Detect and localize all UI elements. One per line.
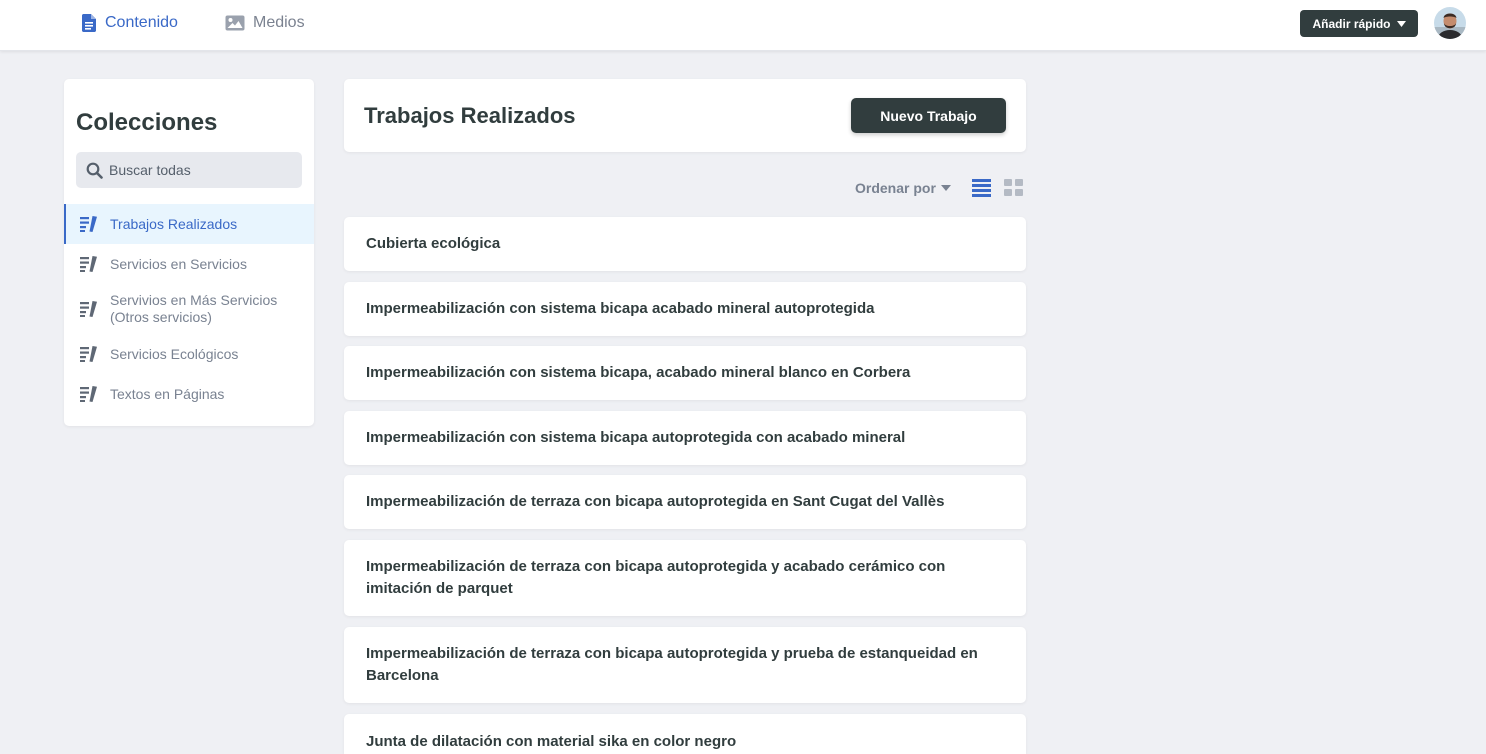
new-entry-button[interactable]: Nuevo Trabajo [851, 98, 1006, 133]
entry-title: Junta de dilatación con material sika en… [366, 733, 737, 750]
sidebar-item-servicios-en-servicios[interactable]: Servicios en Servicios [64, 244, 314, 284]
search-icon [86, 162, 103, 179]
search-box[interactable] [76, 152, 302, 188]
entry-title: Impermeabilización de terraza con bicapa… [366, 645, 978, 684]
list-item[interactable]: Impermeabilización con sistema bicapa ac… [344, 282, 1026, 336]
collection-icon [80, 346, 97, 362]
list-item[interactable]: Cubierta ecológica [344, 217, 1026, 271]
list-item[interactable]: Impermeabilización de terraza con bicapa… [344, 627, 1026, 703]
sidebar-item-trabajos-realizados[interactable]: Trabajos Realizados [64, 204, 314, 244]
avatar[interactable] [1434, 7, 1466, 39]
tab-medios-label: Medios [253, 14, 305, 31]
collections-sidebar: Colecciones Trabajos Realizados Servicio… [64, 79, 314, 426]
search-input[interactable] [109, 162, 299, 178]
caret-down-icon [940, 185, 951, 191]
sidebar-item-label: Textos en Páginas [110, 385, 225, 402]
sidebar-item-textos-en-paginas[interactable]: Textos en Páginas [64, 374, 314, 414]
sidebar-item-label: Trabajos Realizados [110, 215, 238, 232]
image-icon [225, 15, 245, 31]
entry-title: Cubierta ecológica [366, 235, 501, 252]
collection-icon [80, 216, 97, 232]
collection-header: Trabajos Realizados Nuevo Trabajo [344, 79, 1026, 152]
collection-icon [80, 386, 97, 402]
entry-title: Impermeabilización de terraza con bicapa… [366, 493, 945, 510]
list-item[interactable]: Impermeabilización con sistema bicapa au… [344, 411, 1026, 465]
sidebar-item-mas-servicios[interactable]: Servivios en Más Servicios (Otros servic… [64, 286, 314, 332]
tab-contenido[interactable]: Contenido [81, 0, 178, 46]
quick-add-button[interactable]: Añadir rápido [1300, 10, 1418, 37]
entry-title: Impermeabilización con sistema bicapa ac… [366, 300, 875, 317]
document-icon [82, 14, 96, 32]
list-item[interactable]: Impermeabilización de terraza con bicapa… [344, 540, 1026, 616]
sort-by-label: Ordenar por [855, 180, 936, 196]
list-item[interactable]: Impermeabilización con sistema bicapa, a… [344, 346, 1026, 400]
entry-title: Impermeabilización con sistema bicapa au… [366, 429, 906, 446]
sidebar-title: Colecciones [76, 109, 218, 136]
caret-down-icon [1396, 20, 1406, 27]
grid-view-icon[interactable] [1004, 178, 1023, 202]
list-view-icon[interactable] [972, 178, 991, 202]
tab-contenido-label: Contenido [105, 14, 178, 31]
sidebar-item-label: Servivios en Más Servicios (Otros servic… [110, 292, 278, 325]
sidebar-item-label: Servicios en Servicios [110, 255, 247, 272]
entry-title: Impermeabilización de terraza con bicapa… [366, 558, 946, 597]
entry-title: Impermeabilización con sistema bicapa, a… [366, 364, 911, 381]
user-photo [1434, 7, 1466, 39]
sidebar-item-servicios-ecologicos[interactable]: Servicios Ecológicos [64, 334, 314, 374]
sidebar-item-label: Servicios Ecológicos [110, 345, 239, 362]
tab-medios[interactable]: Medios [225, 0, 305, 46]
page-title: Trabajos Realizados [364, 103, 576, 128]
sort-by-dropdown[interactable]: Ordenar por [855, 180, 951, 196]
list-item[interactable]: Impermeabilización de terraza con bicapa… [344, 475, 1026, 529]
collection-icon [80, 256, 97, 272]
collection-icon [80, 301, 97, 317]
list-item[interactable]: Junta de dilatación con material sika en… [344, 714, 1026, 754]
top-bar: Contenido Medios Añadir rápido [0, 0, 1486, 51]
quick-add-label: Añadir rápido [1312, 16, 1391, 31]
